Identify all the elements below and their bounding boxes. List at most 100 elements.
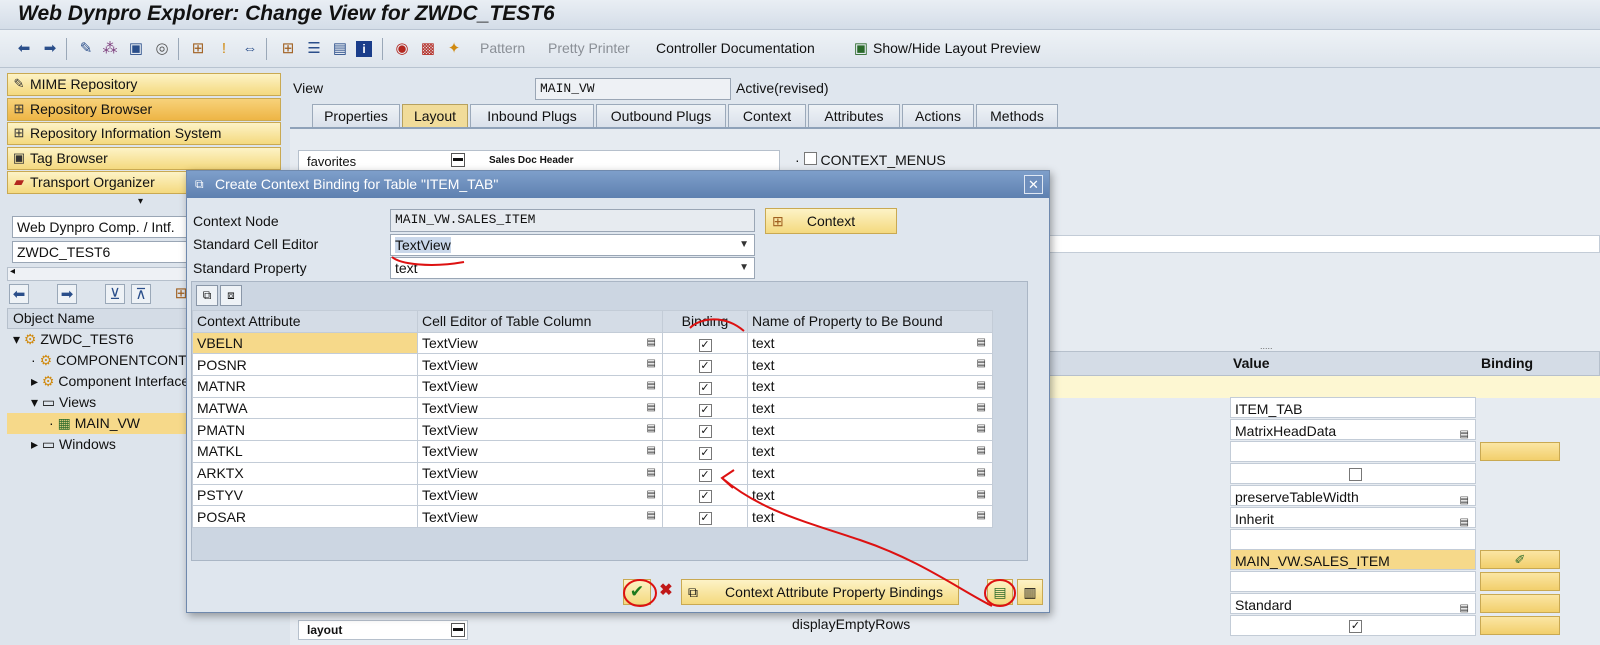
- context-button[interactable]: ⊞ Context: [765, 208, 897, 234]
- property-value[interactable]: MAIN_VW.SALES_ITEM: [1230, 549, 1476, 570]
- tab-context[interactable]: Context: [728, 104, 806, 128]
- forward-arrow-icon[interactable]: ➡: [40, 39, 60, 59]
- bind-context-icon[interactable]: ✐: [1480, 550, 1560, 569]
- ui-element-row[interactable]: favorites ▬ Sales Doc Header: [298, 150, 780, 172]
- property-name-cell[interactable]: text ▤: [747, 353, 993, 377]
- column-cell-editor[interactable]: Cell Editor of Table Column: [417, 310, 663, 333]
- binding-checkbox[interactable]: ✓: [698, 403, 712, 417]
- value-help-icon[interactable]: ▤: [647, 510, 656, 521]
- cell-editor-cell[interactable]: TextView ▤: [417, 418, 663, 442]
- property-checkbox[interactable]: ✓: [1349, 620, 1362, 633]
- binding-cell[interactable]: ✓: [662, 396, 748, 420]
- tab-inbound-plugs[interactable]: Inbound Plugs: [470, 104, 594, 128]
- property-value[interactable]: ITEM_TAB: [1230, 397, 1476, 418]
- property-value[interactable]: [1230, 441, 1476, 462]
- hierarchy-icon[interactable]: ⊞: [188, 39, 208, 59]
- tab-methods[interactable]: Methods: [976, 104, 1058, 128]
- binding-cell[interactable]: ✓: [662, 440, 748, 463]
- property-value[interactable]: ✓: [1230, 615, 1476, 636]
- property-name-cell[interactable]: text ▤: [747, 483, 993, 507]
- unbind-icon[interactable]: ▥: [1017, 579, 1043, 605]
- binding-checkbox[interactable]: ✓: [698, 490, 712, 504]
- value-help-icon[interactable]: ▤: [977, 358, 986, 369]
- collapse-icon[interactable]: ▬: [451, 153, 465, 167]
- property-value[interactable]: Standard ▤: [1230, 593, 1476, 614]
- value-help-icon[interactable]: ▤: [647, 337, 656, 348]
- nav-button-repository-browser[interactable]: ⊞ Repository Browser: [7, 98, 281, 121]
- cell-editor-cell[interactable]: TextView ▤: [417, 505, 663, 528]
- cell-editor-cell[interactable]: TextView ▤: [417, 353, 663, 377]
- cell-editor-cell[interactable]: TextView ▤: [417, 396, 663, 420]
- standard-cell-editor-select[interactable]: TextView ▼: [390, 234, 755, 256]
- binding-checkbox[interactable]: ✓: [698, 425, 712, 439]
- binding-button[interactable]: [1480, 594, 1560, 613]
- property-name-cell[interactable]: text ▤: [747, 331, 993, 355]
- collapse-icon[interactable]: ▬: [451, 623, 465, 637]
- context-menus-node[interactable]: · CONTEXT_MENUS: [795, 152, 946, 168]
- property-name-cell[interactable]: text ▤: [747, 418, 993, 442]
- grid-row[interactable]: MATNR TextView ▤ ✓ text ▤: [192, 375, 993, 398]
- property-value[interactable]: [1230, 463, 1476, 484]
- controller-documentation-button[interactable]: Controller Documentation: [656, 40, 815, 56]
- binding-button[interactable]: [1480, 616, 1560, 635]
- binding-checkbox[interactable]: ✓: [698, 381, 712, 395]
- value-help-icon[interactable]: ▤: [647, 445, 656, 456]
- value-help-icon[interactable]: ▤: [647, 380, 656, 391]
- table-icon[interactable]: ▤: [330, 39, 350, 59]
- info-icon[interactable]: i: [356, 41, 372, 57]
- test-icon[interactable]: ▩: [418, 39, 438, 59]
- binding-checkbox[interactable]: ✓: [698, 468, 712, 482]
- tab-attributes[interactable]: Attributes: [808, 104, 900, 128]
- cell-editor-cell[interactable]: TextView ▤: [417, 483, 663, 507]
- tab-actions[interactable]: Actions: [902, 104, 974, 128]
- value-help-icon[interactable]: ▤: [647, 402, 656, 413]
- pin-icon[interactable]: ǃ: [214, 39, 234, 59]
- value-help-icon[interactable]: ▤: [647, 489, 656, 500]
- standard-property-select[interactable]: text ▼: [390, 257, 755, 279]
- binding-cell[interactable]: ✓: [662, 505, 748, 528]
- web-browser-icon[interactable]: ◉: [392, 39, 412, 59]
- value-help-icon[interactable]: ▤: [977, 489, 986, 500]
- other-object-icon[interactable]: ⁂: [100, 39, 120, 59]
- value-help-icon[interactable]: ▤: [647, 467, 656, 478]
- property-name-cell[interactable]: text ▤: [747, 461, 993, 485]
- column-context-attribute[interactable]: Context Attribute: [192, 310, 418, 333]
- binding-cell[interactable]: ✓: [662, 353, 748, 377]
- nav-button-repository-info-system[interactable]: ⊞ Repository Information System: [7, 122, 281, 145]
- value-help-icon[interactable]: ▤: [977, 380, 986, 391]
- structure-icon[interactable]: ⊞: [278, 39, 298, 59]
- value-help-icon[interactable]: ▤: [977, 337, 986, 348]
- property-value[interactable]: [1230, 529, 1476, 550]
- back-arrow-icon[interactable]: ⬅: [14, 39, 34, 59]
- grid-row[interactable]: POSAR TextView ▤ ✓ text ▤: [192, 505, 993, 528]
- binding-cell[interactable]: ✓: [662, 461, 748, 485]
- property-value[interactable]: preserveTableWidth ▤: [1230, 485, 1476, 506]
- confirm-check-icon[interactable]: ✔: [623, 579, 651, 605]
- value-help-icon[interactable]: ▤: [977, 467, 986, 478]
- show-hide-layout-button[interactable]: Show/Hide Layout Preview: [873, 40, 1040, 56]
- tree-node-main-vw[interactable]: · ▦ MAIN_VW: [7, 413, 187, 434]
- grid-row[interactable]: MATKL TextView ▤ ✓ text ▤: [192, 440, 993, 463]
- property-name-cell[interactable]: text ▤: [747, 440, 993, 463]
- binding-checkbox[interactable]: ✓: [698, 446, 712, 460]
- property-name-cell[interactable]: text ▤: [747, 505, 993, 528]
- value-help-icon[interactable]: ▤: [977, 423, 986, 434]
- grid-row[interactable]: MATWA TextView ▤ ✓ text ▤: [192, 396, 993, 420]
- value-help-icon[interactable]: ▤: [977, 402, 986, 413]
- property-value[interactable]: [1230, 571, 1476, 592]
- activate-icon[interactable]: ◎: [152, 39, 172, 59]
- splitter-handle[interactable]: .....: [1260, 341, 1273, 351]
- expand-all-icon[interactable]: ⊻: [105, 284, 125, 304]
- expand-icon[interactable]: ⇔: [240, 39, 260, 59]
- value-help-icon[interactable]: ▤: [977, 445, 986, 456]
- binding-cell[interactable]: ✓: [662, 331, 748, 355]
- cancel-x-icon[interactable]: ✖: [655, 579, 677, 605]
- grid-row[interactable]: ARKTX TextView ▤ ✓ text ▤: [192, 461, 993, 485]
- context-attribute-property-bindings-button[interactable]: ⧉ Context Attribute Property Bindings: [681, 579, 959, 605]
- property-name-cell[interactable]: text ▤: [747, 375, 993, 398]
- nav-button-mime-repository[interactable]: ✎ MIME Repository: [7, 73, 281, 96]
- pretty-printer-button[interactable]: Pretty Printer: [548, 40, 630, 56]
- cell-editor-cell[interactable]: TextView ▤: [417, 440, 663, 463]
- value-help-icon[interactable]: ▤: [977, 510, 986, 521]
- nav-button-tag-browser[interactable]: ▣ Tag Browser: [7, 147, 281, 170]
